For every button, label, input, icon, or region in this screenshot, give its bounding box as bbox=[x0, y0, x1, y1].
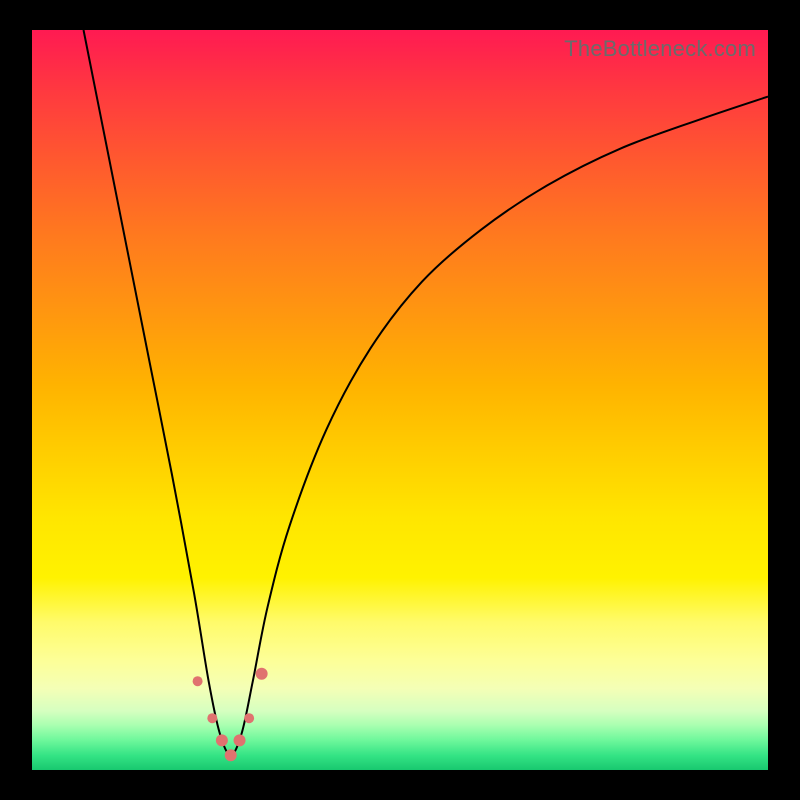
marker-dot bbox=[244, 713, 254, 723]
marker-dot bbox=[216, 734, 228, 746]
marker-dot bbox=[256, 668, 268, 680]
marker-dot bbox=[207, 713, 217, 723]
marker-dots bbox=[193, 668, 268, 761]
bottleneck-curve bbox=[84, 30, 768, 755]
chart-svg bbox=[32, 30, 768, 770]
marker-dot bbox=[234, 734, 246, 746]
marker-dot bbox=[225, 749, 237, 761]
marker-dot bbox=[193, 676, 203, 686]
plot-frame: TheBottleneck.com bbox=[32, 30, 768, 770]
